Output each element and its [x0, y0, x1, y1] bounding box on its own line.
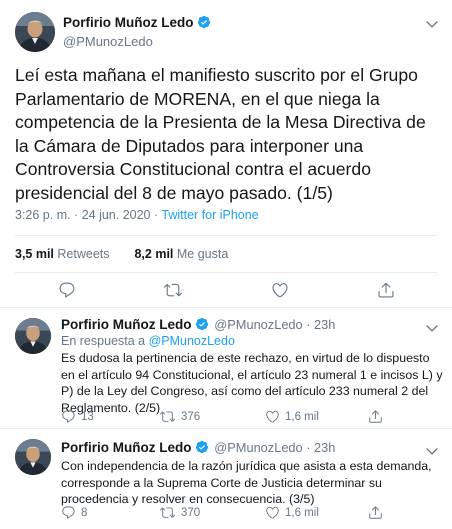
avatar[interactable]	[15, 12, 55, 52]
reply-icon	[61, 505, 76, 520]
tweet-stats: 3,5 mil Retweets 8,2 mil Me gusta	[15, 247, 228, 261]
verified-badge-icon	[197, 15, 211, 29]
like-button[interactable]	[271, 281, 289, 299]
retweet-button[interactable]	[160, 505, 175, 520]
reply-header: Porfirio Muñoz Ledo @PMunozLedo · 23h	[61, 317, 335, 332]
avatar[interactable]	[15, 439, 51, 475]
tweet-time[interactable]: 3:26 p. m. · 24 jun. 2020 ·	[15, 208, 161, 222]
retweet-button[interactable]	[160, 409, 175, 424]
reply-button[interactable]	[61, 409, 76, 424]
reply-icon	[61, 409, 76, 424]
chevron-down-icon[interactable]	[424, 320, 440, 336]
chevron-down-icon[interactable]	[424, 16, 440, 32]
reply-text: Con independencia de la razón jurídica q…	[61, 459, 432, 506]
like-count: 1,6 mil	[285, 507, 319, 519]
author-handle-time[interactable]: @PMunozLedo · 23h	[214, 317, 335, 332]
reply-to: En respuesta a @PMunozLedo	[61, 334, 235, 348]
chevron-down-icon[interactable]	[424, 443, 440, 459]
tweet-source[interactable]: Twitter for iPhone	[161, 208, 258, 222]
author-name[interactable]: Porfirio Muñoz Ledo	[63, 15, 211, 30]
avatar[interactable]	[15, 318, 51, 354]
share-icon	[368, 409, 383, 424]
like-icon	[265, 505, 280, 520]
author-name[interactable]: Porfirio Muñoz Ledo	[61, 440, 192, 455]
reply-header: Porfirio Muñoz Ledo @PMunozLedo · 23h	[61, 440, 335, 455]
divider	[15, 235, 437, 236]
share-icon	[368, 505, 383, 520]
reply-tweet[interactable]: Porfirio Muñoz Ledo @PMunozLedo · 23h En…	[0, 308, 452, 429]
reply-button[interactable]	[61, 505, 76, 520]
verified-badge-icon	[195, 440, 209, 454]
share-button[interactable]	[368, 409, 383, 424]
retweets-stat[interactable]: 3,5 mil Retweets	[15, 247, 110, 261]
reply-button[interactable]	[58, 281, 76, 299]
like-icon	[271, 281, 289, 299]
like-button[interactable]	[265, 409, 280, 424]
reply-tweet[interactable]: Porfirio Muñoz Ledo @PMunozLedo · 23h Co…	[0, 429, 452, 529]
retweet-count: 370	[181, 507, 201, 519]
retweet-button[interactable]	[164, 281, 182, 299]
share-button[interactable]	[368, 505, 383, 520]
main-tweet: Porfirio Muñoz Ledo @PMunozLedo Leí esta…	[0, 0, 452, 308]
retweet-icon	[160, 409, 175, 424]
author-handle-time[interactable]: @PMunozLedo · 23h	[214, 440, 335, 455]
tweet-meta: 3:26 p. m. · 24 jun. 2020 · Twitter for …	[15, 208, 259, 222]
share-icon	[377, 281, 395, 299]
like-button[interactable]	[265, 505, 280, 520]
reply-icon	[58, 281, 76, 299]
share-button[interactable]	[377, 281, 395, 299]
retweet-count: 376	[181, 411, 201, 423]
reply-count: 8	[81, 507, 88, 519]
author-name[interactable]: Porfirio Muñoz Ledo	[61, 317, 192, 332]
likes-stat[interactable]: 8,2 mil Me gusta	[134, 247, 228, 261]
author-name-text[interactable]: Porfirio Muñoz Ledo	[63, 15, 194, 30]
like-count: 1,6 mil	[285, 411, 319, 423]
retweet-icon	[164, 281, 182, 299]
author-handle[interactable]: @PMunozLedo	[63, 34, 153, 49]
reply-to-handle[interactable]: @PMunozLedo	[149, 334, 235, 348]
tweet-text: Leí esta mañana el manifiesto suscrito p…	[15, 65, 426, 203]
reply-text: Es dudosa la pertinencia de este rechazo…	[61, 351, 443, 415]
verified-badge-icon	[195, 317, 209, 331]
retweet-icon	[160, 505, 175, 520]
like-icon	[265, 409, 280, 424]
divider	[15, 272, 437, 273]
reply-count: 13	[81, 411, 94, 423]
